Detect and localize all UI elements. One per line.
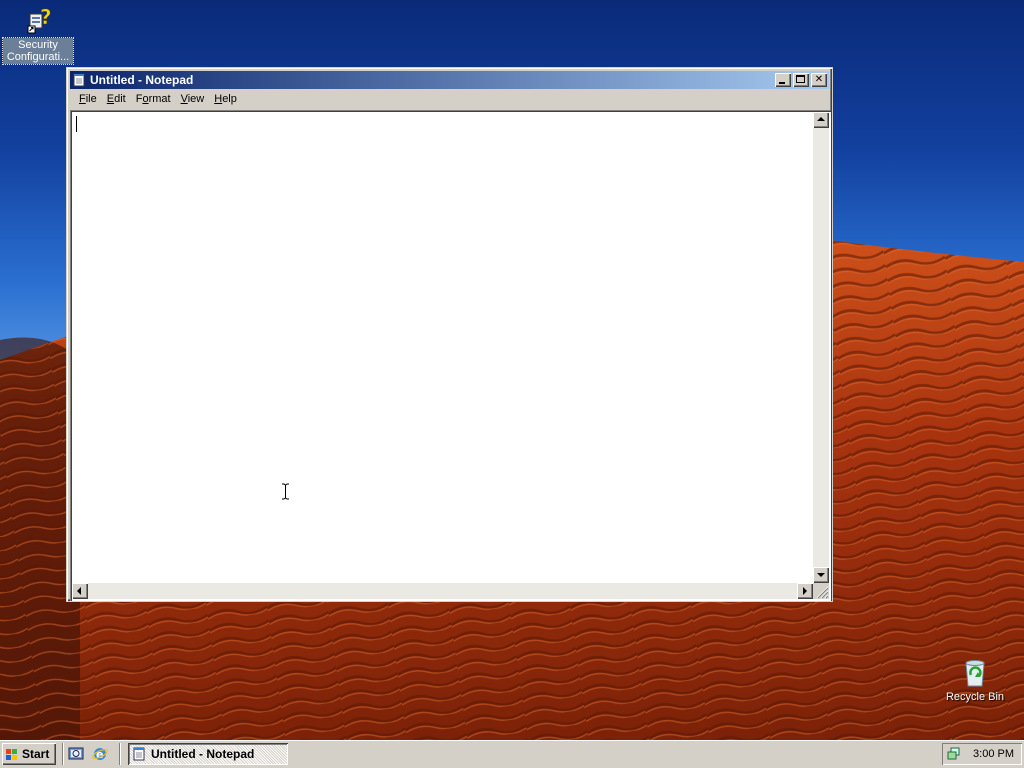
start-button[interactable]: Start [2, 743, 56, 765]
menu-label: dit [114, 92, 126, 105]
notepad-icon [132, 747, 146, 761]
taskbar: Start e Untitled - Notepad 3:00 PM [0, 740, 1024, 768]
notepad-window[interactable]: Untitled - Notepad ✕ File Edit Format Vi… [66, 67, 833, 602]
notepad-icon [72, 73, 86, 87]
recycle-bin-icon [959, 656, 991, 688]
menu-label: rmat [148, 92, 171, 105]
close-button[interactable]: ✕ [811, 73, 827, 87]
desktop-icon-label: Recycle Bin [945, 691, 1005, 703]
editor-frame [70, 110, 831, 601]
desktop-icon-recycle-bin[interactable]: Recycle Bin [940, 656, 1010, 704]
arrow-up-icon [817, 117, 825, 121]
close-icon: ✕ [814, 74, 824, 85]
menu-label: ile [85, 92, 97, 105]
show-desktop-icon[interactable] [67, 745, 85, 763]
window-title: Untitled - Notepad [90, 73, 194, 87]
scroll-right-button[interactable] [797, 583, 813, 599]
scroll-left-button[interactable] [72, 583, 88, 599]
taskbar-button-label: Untitled - Notepad [151, 747, 255, 761]
maximize-button[interactable] [793, 73, 809, 87]
title-bar[interactable]: Untitled - Notepad ✕ [70, 71, 829, 89]
vertical-scrollbar[interactable] [813, 112, 829, 583]
security-configuration-icon: ? [22, 4, 54, 36]
size-grip[interactable] [813, 583, 829, 599]
internet-explorer-icon[interactable]: e [91, 745, 109, 763]
menu-help[interactable]: Help [209, 93, 242, 105]
minimize-button[interactable] [775, 73, 791, 87]
taskbar-separator [119, 743, 121, 765]
minimize-icon [779, 82, 785, 84]
scroll-up-button[interactable] [813, 112, 829, 128]
text-caret [76, 116, 77, 132]
scroll-down-button[interactable] [813, 567, 829, 583]
menu-edit[interactable]: Edit [102, 93, 131, 105]
arrow-right-icon [803, 587, 807, 595]
menu-format[interactable]: Format [131, 93, 176, 105]
network-icon[interactable] [946, 746, 962, 762]
text-editor[interactable] [72, 112, 813, 583]
maximize-icon [796, 75, 805, 83]
menu-label: iew [187, 92, 205, 105]
system-tray: 3:00 PM [942, 743, 1022, 765]
quick-launch: e [67, 745, 109, 763]
desktop-icon-label: Security Configurati... [2, 37, 74, 65]
menu-file[interactable]: File [74, 93, 102, 105]
svg-text:?: ? [40, 5, 52, 29]
arrow-left-icon [77, 587, 81, 595]
taskbar-button-notepad[interactable]: Untitled - Notepad [128, 743, 288, 765]
horizontal-scrollbar[interactable] [72, 583, 813, 599]
ibeam-cursor-icon [282, 483, 289, 500]
start-label: Start [22, 747, 50, 761]
arrow-down-icon [817, 573, 825, 577]
menu-label: elp [222, 92, 237, 105]
clock[interactable]: 3:00 PM [973, 748, 1014, 760]
windows-logo-icon [5, 748, 19, 761]
desktop-icon-security-configuration[interactable]: ? Security Configurati... [2, 4, 74, 65]
menu-view[interactable]: View [176, 93, 210, 105]
taskbar-separator [62, 743, 64, 765]
menu-bar: File Edit Format View Help [70, 89, 829, 108]
